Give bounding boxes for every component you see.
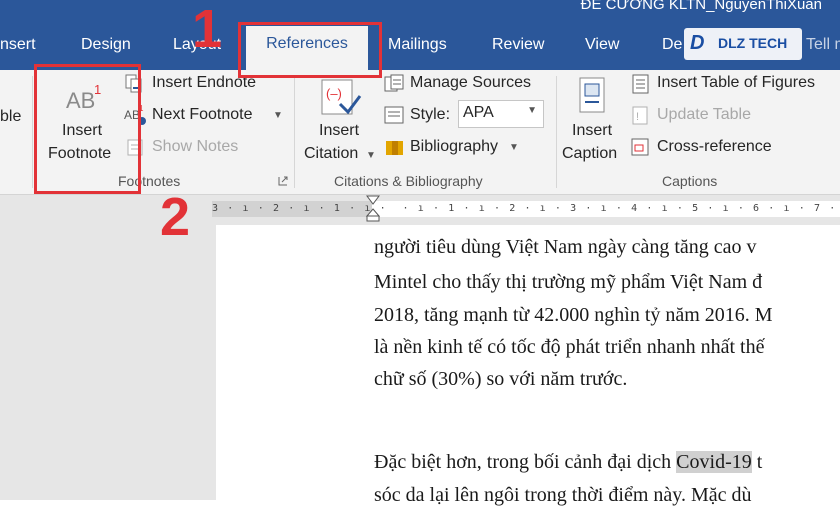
svg-text:(–): (–) bbox=[326, 86, 342, 101]
insert-table-of-figures-button[interactable]: Insert Table of Figures bbox=[657, 74, 815, 92]
footnotes-dialog-launcher-icon[interactable] bbox=[278, 176, 288, 186]
group-separator bbox=[32, 76, 33, 188]
update-table-button[interactable]: Update Table bbox=[657, 106, 751, 124]
document-line: sóc da lại lên ngôi trong thời điểm này.… bbox=[374, 484, 752, 506]
document-line: người tiêu dùng Việt Nam ngày càng tăng … bbox=[374, 236, 757, 258]
insert-caption-label-2[interactable]: Caption bbox=[562, 145, 617, 163]
insert-citation-dropdown-icon[interactable]: ▼ bbox=[366, 150, 376, 161]
bibliography-dropdown-icon[interactable]: ▼ bbox=[509, 142, 519, 153]
insert-citation-label-2[interactable]: Citation bbox=[304, 145, 358, 163]
insert-caption-icon bbox=[579, 77, 605, 113]
insert-citation-icon: (–) bbox=[321, 79, 362, 115]
style-select[interactable]: APA ▼ bbox=[458, 100, 544, 128]
paragraph-text: Đặc biệt hơn, trong bối cảnh đại dịch bbox=[374, 451, 677, 473]
cross-reference-icon bbox=[631, 138, 649, 156]
ruler-area: 3 · ı · 2 · ı · 1 · ı · · ı · 1 · ı · 2 … bbox=[0, 195, 840, 225]
dlz-tech-logo: D DLZ TECH bbox=[684, 28, 802, 60]
document-title: ĐỀ CƯƠNG KLTN_NguyenThiXuan bbox=[580, 0, 822, 13]
tab-insert[interactable]: nsert bbox=[0, 36, 36, 54]
captions-group-label: Captions bbox=[662, 173, 718, 189]
manage-sources-button[interactable]: Manage Sources bbox=[410, 74, 531, 92]
annotation-box-references-tab bbox=[238, 22, 382, 78]
bibliography-button[interactable]: Bibliography bbox=[410, 138, 498, 156]
tab-developer[interactable]: De bbox=[662, 36, 682, 54]
document-line: chữ số (30%) so với năm trước. bbox=[374, 368, 628, 390]
style-icon bbox=[384, 106, 404, 124]
bibliography-icon bbox=[386, 141, 403, 155]
annotation-step-1: 1 bbox=[192, 0, 223, 59]
ruler-marks: 3 · ı · 2 · ı · 1 · ı · · ı · 1 · ı · 2 … bbox=[212, 203, 837, 214]
cross-reference-button[interactable]: Cross-reference bbox=[657, 138, 772, 156]
tell-me-search[interactable]: Tell m bbox=[806, 36, 840, 54]
document-paragraph-2-line: Đặc biệt hơn, trong bối cảnh đại dịch Co… bbox=[374, 451, 762, 474]
tab-design[interactable]: Design bbox=[81, 36, 131, 54]
next-footnote-dropdown-icon[interactable]: ▼ bbox=[273, 110, 283, 121]
logo-text: DLZ TECH bbox=[718, 35, 788, 51]
tab-review[interactable]: Review bbox=[492, 36, 544, 54]
paragraph-text: t bbox=[751, 451, 763, 473]
group-separator bbox=[556, 76, 557, 188]
document-line: là nền kinh tế có tốc độ phát triển nhan… bbox=[374, 336, 765, 358]
group-separator bbox=[294, 76, 295, 188]
svg-text:!: ! bbox=[636, 111, 639, 123]
annotation-box-insert-footnote bbox=[34, 64, 141, 194]
highlighted-text: Covid-19 bbox=[676, 451, 752, 473]
next-footnote-button[interactable]: Next Footnote bbox=[152, 106, 253, 124]
style-label: Style: bbox=[410, 106, 451, 123]
update-table-icon: ! bbox=[632, 106, 648, 125]
tab-view[interactable]: View bbox=[585, 36, 619, 54]
table-of-contents-partial[interactable]: ble bbox=[0, 108, 21, 126]
citations-group-label: Citations & Bibliography bbox=[334, 173, 483, 189]
document-line: Mintel cho thấy thị trường mỹ phẩm Việt … bbox=[374, 271, 763, 293]
show-notes-button[interactable]: Show Notes bbox=[152, 138, 238, 156]
manage-sources-icon bbox=[384, 74, 404, 92]
insert-citation-label-1[interactable]: Insert bbox=[319, 122, 359, 140]
logo-mark-icon: D bbox=[690, 32, 705, 54]
annotation-step-2: 2 bbox=[160, 187, 191, 247]
document-line: 2018, tăng mạnh từ 42.000 nghìn tỷ năm 2… bbox=[374, 304, 773, 326]
insert-caption-label-1[interactable]: Insert bbox=[572, 122, 612, 140]
style-select-value: APA bbox=[463, 104, 494, 121]
indent-marker-icon[interactable] bbox=[366, 195, 380, 223]
chevron-down-icon[interactable]: ▼ bbox=[527, 105, 537, 116]
tab-mailings[interactable]: Mailings bbox=[388, 36, 447, 54]
title-bar: ĐỀ CƯƠNG KLTN_NguyenThiXuan nsert Design… bbox=[0, 0, 840, 70]
insert-table-of-figures-icon bbox=[632, 74, 649, 94]
